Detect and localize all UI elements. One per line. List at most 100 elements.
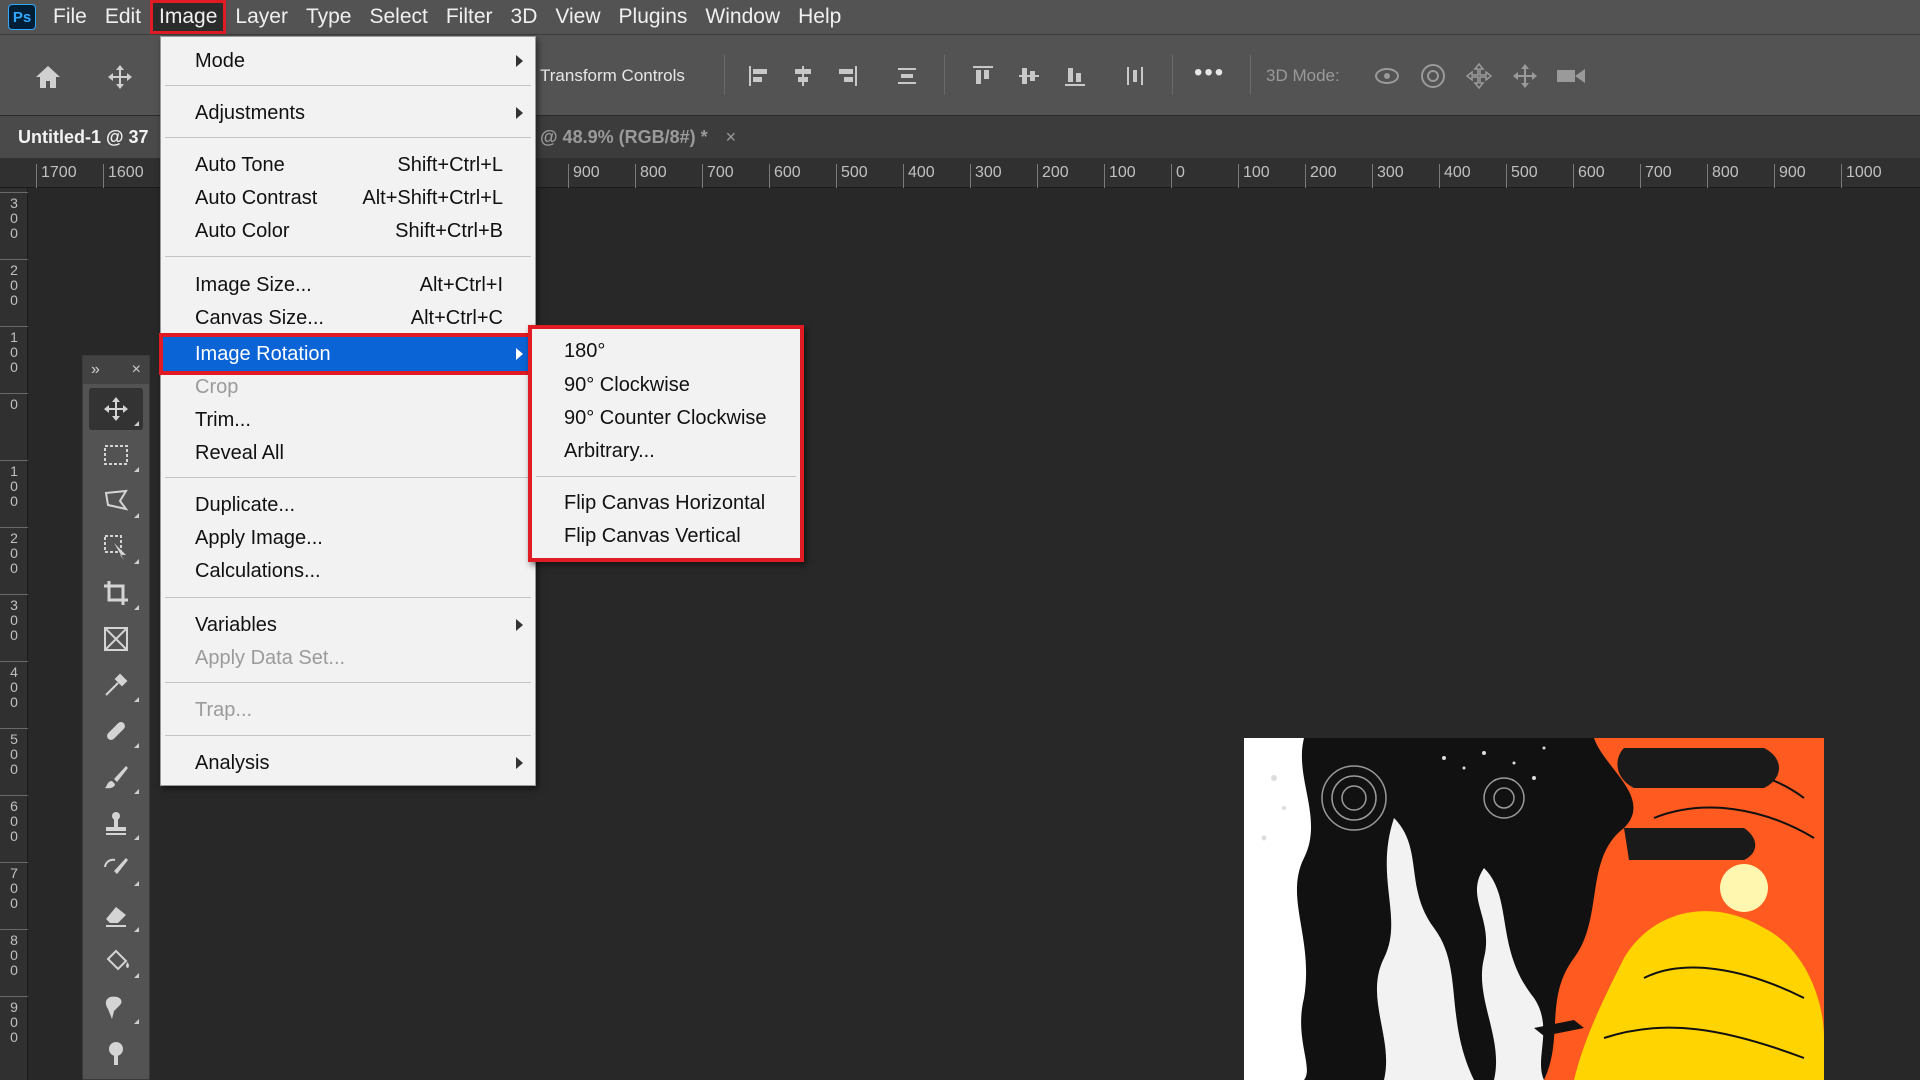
photoshop-logo-icon: Ps	[8, 4, 36, 30]
ruler-mark	[0, 527, 28, 528]
ruler-tick: 3	[10, 597, 18, 613]
menu-item-rotate-90-cw[interactable]: 90° Clockwise	[532, 369, 800, 401]
divider	[944, 55, 945, 95]
document-zoom-info: @ 48.9% (RGB/8#) *	[540, 126, 708, 147]
ruler-vertical[interactable]: 3002001000100200300400500600700800900	[0, 188, 28, 1080]
distribute-icon[interactable]	[892, 61, 922, 91]
document-tab-title: Untitled-1 @ 37	[18, 126, 149, 147]
menu-view[interactable]: View	[546, 0, 609, 34]
ruler-tick: 6	[10, 798, 18, 814]
document-tab[interactable]: Untitled-1 @ 37	[0, 116, 167, 158]
menu-item-duplicate[interactable]: Duplicate...	[161, 489, 535, 521]
paint-bucket-icon[interactable]	[89, 940, 143, 982]
menu-item-flip-vertical[interactable]: Flip Canvas Vertical	[532, 520, 800, 552]
menu-item-trim[interactable]: Trim...	[161, 404, 535, 436]
frame-tool-icon[interactable]	[89, 618, 143, 660]
ruler-mark	[0, 594, 28, 595]
menu-window[interactable]: Window	[696, 0, 789, 34]
crop-tool-icon[interactable]	[89, 572, 143, 614]
menu-item-apply-image[interactable]: Apply Image...	[161, 522, 535, 554]
smudge-tool-icon[interactable]	[89, 986, 143, 1028]
align-left-icon[interactable]	[744, 61, 774, 91]
align-center-icon[interactable]	[788, 61, 818, 91]
ruler-tick: 700	[1640, 164, 1672, 188]
ruler-mark	[0, 259, 28, 260]
ruler-tick: 0	[10, 962, 18, 978]
menu-item-shortcut: Shift+Ctrl+L	[397, 153, 503, 176]
menu-item-mode[interactable]: Mode	[161, 45, 535, 77]
clone-stamp-icon[interactable]	[89, 802, 143, 844]
align-right-icon[interactable]	[832, 61, 862, 91]
menu-type[interactable]: Type	[297, 0, 361, 34]
menu-item-reveal-all[interactable]: Reveal All	[161, 437, 535, 469]
menu-item-auto-color[interactable]: Auto Color Shift+Ctrl+B	[161, 215, 535, 247]
distribute-vertical-icon[interactable]	[1120, 61, 1150, 91]
lasso-tool-icon[interactable]	[89, 480, 143, 522]
menu-item-label: Crop	[195, 375, 239, 398]
menu-item-variables[interactable]: Variables	[161, 609, 535, 641]
more-options-icon[interactable]: •••	[1194, 59, 1225, 87]
menu-item-label: Canvas Size...	[195, 306, 324, 329]
eyedropper-tool-icon[interactable]	[89, 664, 143, 706]
divider	[1172, 55, 1173, 95]
dodge-tool-icon[interactable]	[89, 1032, 143, 1074]
object-select-tool-icon[interactable]	[89, 526, 143, 568]
menu-select[interactable]: Select	[360, 0, 436, 34]
orbit-3d-icon[interactable]	[1370, 61, 1404, 91]
transform-controls-label[interactable]: Transform Controls	[540, 66, 685, 86]
slide-3d-icon[interactable]	[1508, 61, 1542, 91]
menu-image[interactable]: Image	[150, 0, 227, 34]
ruler-tick: 400	[903, 164, 935, 188]
menu-layer[interactable]: Layer	[226, 0, 297, 34]
brush-tool-icon[interactable]	[89, 756, 143, 798]
close-panel-icon[interactable]: ×	[132, 361, 141, 379]
healing-brush-icon[interactable]	[89, 710, 143, 752]
ruler-tick: 700	[702, 164, 734, 188]
pan-3d-icon[interactable]	[1462, 61, 1496, 91]
submenu-arrow-icon	[516, 55, 523, 67]
ruler-tick: 0	[10, 1029, 18, 1045]
menu-item-flip-horizontal[interactable]: Flip Canvas Horizontal	[532, 487, 800, 519]
menu-3d[interactable]: 3D	[502, 0, 547, 34]
menu-item-calculations[interactable]: Calculations...	[161, 555, 535, 587]
ruler-tick: 0	[10, 828, 18, 844]
eraser-tool-icon[interactable]	[89, 894, 143, 936]
video-camera-icon[interactable]	[1554, 61, 1588, 91]
roll-3d-icon[interactable]	[1416, 61, 1450, 91]
menu-item-rotate-90-ccw[interactable]: 90° Counter Clockwise	[532, 402, 800, 434]
ruler-tick: 5	[10, 731, 18, 747]
document-tab-title-rest[interactable]: @ 48.9% (RGB/8#) * ×	[540, 116, 736, 158]
menu-item-rotate-180[interactable]: 180°	[532, 335, 800, 367]
align-middle-icon[interactable]	[1014, 61, 1044, 91]
menu-item-label: Image Rotation	[195, 342, 331, 365]
ruler-mark	[0, 795, 28, 796]
align-bottom-icon[interactable]	[1060, 61, 1090, 91]
menu-item-label: Adjustments	[195, 101, 306, 124]
menu-item-image-rotation[interactable]: Image Rotation	[159, 333, 537, 375]
close-icon[interactable]: ×	[726, 127, 737, 148]
canvas-artwork[interactable]	[1244, 738, 1824, 1080]
menu-item-analysis[interactable]: Analysis	[161, 747, 535, 779]
menu-item-image-size[interactable]: Image Size... Alt+Ctrl+I	[161, 269, 535, 301]
menu-item-auto-contrast[interactable]: Auto Contrast Alt+Shift+Ctrl+L	[161, 182, 535, 214]
submenu-arrow-icon	[516, 757, 523, 769]
align-top-icon[interactable]	[968, 61, 998, 91]
marquee-tool-icon[interactable]	[89, 434, 143, 476]
move-tool-icon[interactable]	[89, 388, 143, 430]
expand-panel-icon[interactable]: »	[91, 361, 100, 379]
menu-item-canvas-size[interactable]: Canvas Size... Alt+Ctrl+C	[161, 302, 535, 334]
menu-item-label: Mode	[195, 49, 246, 72]
ruler-tick: 1600	[103, 164, 144, 188]
ruler-tick: 0	[10, 627, 18, 643]
menu-file[interactable]: File	[44, 0, 96, 34]
move-tool-icon[interactable]	[100, 57, 140, 97]
menu-item-rotate-arbitrary[interactable]: Arbitrary...	[532, 435, 800, 467]
menu-item-adjustments[interactable]: Adjustments	[161, 97, 535, 129]
menu-item-auto-tone[interactable]: Auto Tone Shift+Ctrl+L	[161, 149, 535, 181]
home-icon[interactable]	[28, 57, 68, 97]
menu-plugins[interactable]: Plugins	[610, 0, 697, 34]
history-brush-icon[interactable]	[89, 848, 143, 890]
menu-filter[interactable]: Filter	[437, 0, 502, 34]
menu-edit[interactable]: Edit	[96, 0, 150, 34]
menu-help[interactable]: Help	[789, 0, 850, 34]
